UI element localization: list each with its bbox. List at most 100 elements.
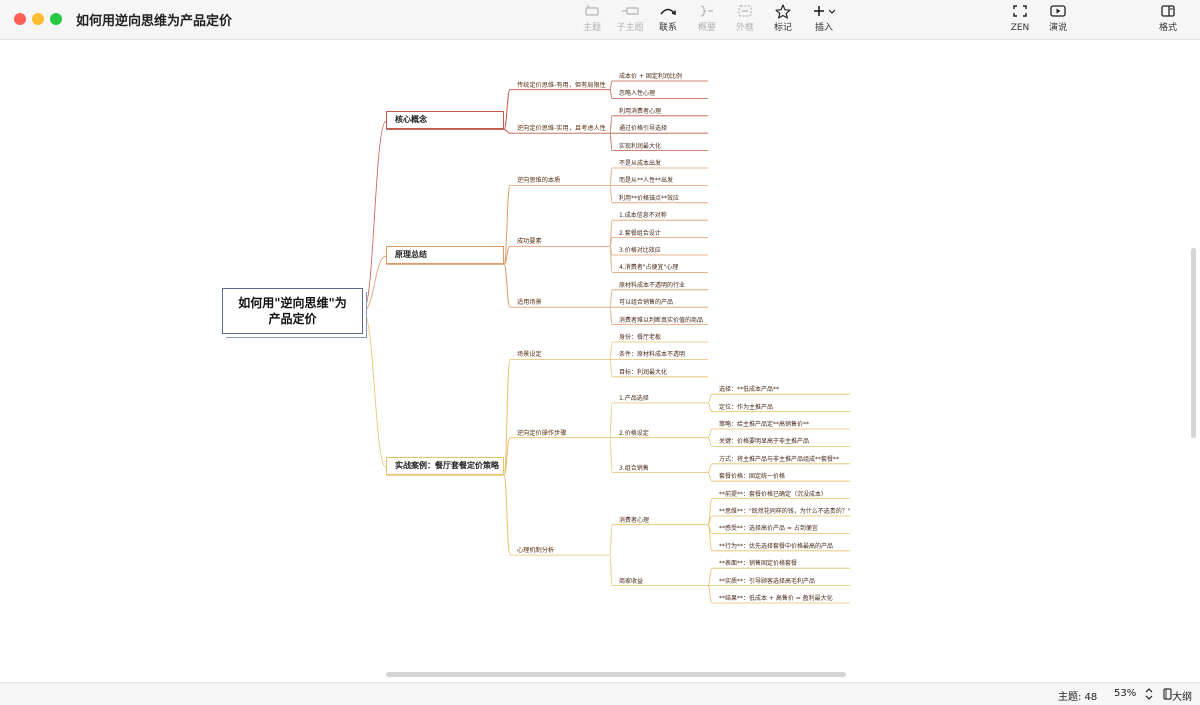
connector-line: [609, 437, 613, 473]
topic-node-level-3[interactable]: 2.价格设定: [619, 428, 649, 439]
relationship-button[interactable]: 联系: [646, 4, 690, 38]
connector-line: [707, 428, 713, 439]
present-label: 演说: [1048, 23, 1067, 33]
topic-node-level-4[interactable]: **感受**：选择高价产品 = 占到便宜: [719, 523, 818, 534]
topic-node-level-3[interactable]: 而是从**人性**出发: [619, 175, 673, 186]
connector-line: [362, 310, 387, 468]
topic-node-level-2[interactable]: 逆向思维的本质: [517, 175, 560, 186]
relationship-arrow-icon: [646, 4, 690, 22]
topic-node-level-4[interactable]: **表面**：销售固定价格套餐: [719, 558, 797, 569]
topic-node-level-3[interactable]: 目标：利润最大化: [619, 367, 667, 378]
topic-node-level-3[interactable]: 原材料成本不透明的行业: [619, 280, 685, 291]
topic-node-level-3[interactable]: 身份：餐厅老板: [619, 332, 661, 343]
connector-line: [503, 89, 511, 130]
topic-node-level-2[interactable]: 传统定价思维-有用，但有局限性: [517, 80, 606, 91]
topic-node-level-2[interactable]: 逆向定价操作步骤: [517, 428, 567, 439]
connector-line: [609, 89, 613, 99]
topic-node-level-3[interactable]: 4.消费者"占便宜"心理: [619, 262, 678, 273]
connector-line: [609, 115, 613, 134]
topic-node-level-3[interactable]: 2.套餐组合设计: [619, 228, 661, 239]
format-panel-button[interactable]: 格式: [1146, 4, 1190, 38]
topic-node-level-4[interactable]: 关键：价格要明显高于非主推产品: [719, 436, 809, 447]
topic-node-level-4[interactable]: **结果**：低成本 + 高售价 = 盈利最大化: [719, 593, 833, 604]
mindmap-canvas[interactable]: 如何用"逆向思维"为产品定价 核心概念 传统定价思维-有用，但有局限性 成本价 + …: [0, 40, 1200, 668]
topic-count: 主题: 48: [1058, 692, 1098, 703]
insert-button[interactable]: 插入: [802, 4, 846, 38]
connector-line: [707, 463, 713, 473]
topic-node-level-2[interactable]: 成功要素: [517, 236, 542, 247]
topic-node-level-4[interactable]: **行为**：优先选择套餐中价格最高的产品: [719, 541, 833, 552]
topic-node-level-3[interactable]: 通过价格引导选择: [619, 123, 667, 134]
topic-node-level-4[interactable]: 定位：作为主推产品: [719, 402, 773, 413]
insert-label: 插入: [814, 23, 833, 33]
topic-node-level-4[interactable]: **前提**：套餐价格已确定（沉没成本）: [719, 489, 827, 500]
connector-line: [609, 289, 613, 308]
topic-node-level-4[interactable]: **实质**：引导顾客选择高毛利产品: [719, 576, 815, 587]
connector-line: [707, 402, 713, 412]
topic-node-level-3[interactable]: 商家收益: [619, 576, 643, 587]
connector-line: [707, 472, 713, 482]
topic-node-level-2[interactable]: 场景设定: [517, 349, 542, 360]
document-title: 如何用逆向思维为产品定价: [76, 14, 233, 29]
stepper-icon[interactable]: [1144, 687, 1154, 704]
marker-button[interactable]: 标记: [761, 4, 805, 38]
topic-node-level-3[interactable]: 3.组合销售: [619, 463, 649, 474]
connector-line: [609, 306, 613, 325]
connector-line: [609, 359, 613, 378]
connector-line: [503, 474, 511, 556]
connector-line: [609, 524, 613, 556]
topic-node-level-3[interactable]: 利用**价格锚点**效应: [619, 193, 679, 204]
topic-node-level-3[interactable]: 实现利润最大化: [619, 141, 661, 152]
horizontal-scrollbar[interactable]: [386, 672, 846, 677]
star-icon: [761, 4, 805, 22]
topic-node-level-3[interactable]: 消费者难以判断真实价值的商品: [619, 315, 703, 326]
topic-node-level-3[interactable]: 不是从成本出发: [619, 158, 661, 169]
main-branch-topic[interactable]: 原理总结: [386, 246, 504, 265]
connector-line: [707, 437, 713, 447]
topic-node-level-3[interactable]: 利用消费者心理: [619, 106, 661, 117]
status-bar: 主题: 48 53% 大纲: [0, 682, 1200, 705]
topic-node-level-3[interactable]: 条件：原材料成本不透明: [619, 349, 685, 360]
topic-node-level-3[interactable]: 1.产品选择: [619, 393, 649, 404]
connector-line: [609, 185, 613, 204]
topic-node-level-3[interactable]: 成本价 + 固定利润比例: [619, 71, 682, 82]
topic-node-level-2[interactable]: 适用场景: [517, 297, 542, 308]
zoom-window-button[interactable]: [50, 13, 62, 25]
topic-node-level-4[interactable]: 策略：给主推产品定**高销售价**: [719, 419, 809, 430]
vertical-scrollbar[interactable]: [1191, 248, 1196, 438]
sidebar-panel-icon: [1146, 4, 1190, 22]
connector-line: [707, 393, 713, 404]
topic-node-level-3[interactable]: 3.价格对比效应: [619, 245, 661, 256]
outline-button[interactable]: 大纲: [1172, 688, 1192, 703]
plus-icon: [802, 4, 846, 22]
close-window-button[interactable]: [14, 13, 26, 25]
topic-node-level-2[interactable]: 逆向定价思维-实用，且考虑人性: [517, 123, 606, 134]
connector-line: [707, 585, 713, 604]
zoom-level[interactable]: 53%: [1114, 688, 1136, 699]
topic-node-level-3[interactable]: 忽略人性心理: [619, 88, 655, 99]
topic-node-level-3[interactable]: 可以组合销售的产品: [619, 297, 673, 308]
connector-line: [707, 567, 713, 586]
format-label: 格式: [1158, 23, 1177, 33]
root-topic[interactable]: 如何用"逆向思维"为产品定价: [222, 288, 363, 334]
main-branch-topic[interactable]: 实战案例：餐厅套餐定价策略: [386, 457, 504, 476]
connector-line: [609, 554, 613, 586]
play-icon: [1036, 4, 1080, 22]
topic-node-level-4[interactable]: **思维**："既然花同样的钱，为什么不选贵的？": [719, 506, 851, 517]
relationship-label: 联系: [658, 23, 677, 33]
minimize-window-button[interactable]: [32, 13, 44, 25]
topic-node-level-4[interactable]: 选择：**低成本产品**: [719, 384, 779, 395]
mindmap-app-window: 如何用逆向思维为产品定价 主题 子主题 联系 概要 外框 标记 插入 ZEN 演…: [0, 0, 1200, 705]
present-button[interactable]: 演说: [1036, 4, 1080, 38]
topic-node-level-3[interactable]: 1.成本信息不对称: [619, 210, 667, 221]
topic-node-level-2[interactable]: 心理机制分析: [517, 545, 554, 556]
main-branch-topic[interactable]: 核心概念: [386, 111, 504, 130]
topic-node-level-4[interactable]: 套餐价格：固定统一价格: [719, 471, 785, 482]
marker-label: 标记: [773, 23, 792, 33]
mindmap-connectors: [362, 80, 850, 604]
topic-node-level-4[interactable]: 方式：将主推产品与非主推产品组成**套餐**: [719, 454, 839, 465]
connector-line: [609, 402, 613, 439]
connector-line: [503, 184, 511, 265]
connector-line: [609, 167, 613, 186]
topic-node-level-3[interactable]: 消费者心理: [619, 515, 649, 526]
